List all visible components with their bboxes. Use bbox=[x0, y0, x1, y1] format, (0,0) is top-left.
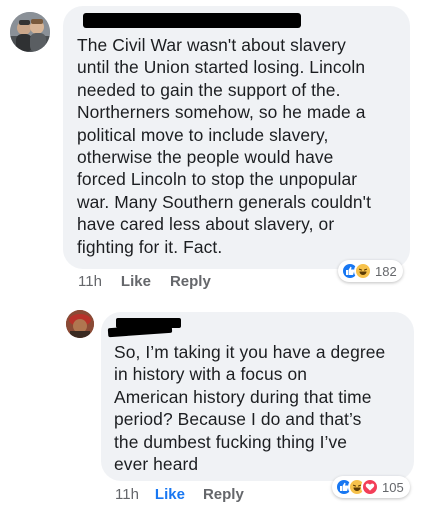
comment-2-reply: So, I’m taking it you have a degree in h… bbox=[0, 300, 429, 512]
comment-1: The Civil War wasn't about slavery until… bbox=[0, 0, 429, 300]
comment-text-line: The Civil War wasn't about slavery bbox=[77, 35, 346, 55]
comment-text-line: ever heard bbox=[114, 454, 199, 475]
comment-text: So, I’m taking it you have a degree in h… bbox=[114, 341, 385, 475]
like-button[interactable]: Like bbox=[155, 486, 185, 503]
comment-text-line: in history with a focus on bbox=[114, 364, 308, 385]
comment-text-line: otherwise the people would have bbox=[77, 147, 334, 168]
comment-text-line: needed to gain the support of the. bbox=[77, 79, 341, 100]
avatar[interactable] bbox=[66, 310, 94, 338]
comment-text-line: political move to include slavery, bbox=[77, 124, 329, 145]
haha-icon bbox=[354, 262, 372, 280]
comment-timestamp[interactable]: 11h bbox=[78, 273, 102, 290]
comment-text: The Civil War wasn't about slavery until… bbox=[77, 34, 371, 258]
comment-timestamp[interactable]: 11h bbox=[115, 486, 139, 503]
avatar-photo-icon bbox=[10, 12, 50, 52]
redacted-author-name bbox=[83, 13, 301, 28]
comment-text-line: Northerners somehow, so he made a bbox=[77, 102, 366, 123]
comment-text-line: forced Lincoln to stop the unpopular bbox=[77, 169, 358, 190]
comment-text-line: war. Many Southern generals couldn't bbox=[77, 191, 372, 212]
comment-text-line: fighting for it. Fact. bbox=[77, 236, 223, 257]
reaction-count: 182 bbox=[375, 263, 397, 279]
comment-text-line: the dumbest fucking thing I’ve bbox=[114, 431, 348, 452]
reaction-summary[interactable]: 182 bbox=[338, 260, 403, 282]
comment-text-line: period? Because I do and that’s bbox=[114, 409, 362, 430]
comment-text-line: So, I’m taking it you have a degree bbox=[114, 342, 386, 362]
reaction-count: 105 bbox=[382, 479, 404, 495]
love-icon bbox=[361, 478, 379, 496]
reply-button[interactable]: Reply bbox=[203, 486, 244, 503]
comment-actions: 11h Like Reply bbox=[115, 486, 244, 503]
reply-button[interactable]: Reply bbox=[170, 273, 211, 290]
comment-text-line: have cared less about slavery, or bbox=[77, 214, 335, 235]
like-button[interactable]: Like bbox=[121, 273, 151, 290]
reaction-summary[interactable]: 105 bbox=[332, 476, 410, 498]
avatar-photo-icon bbox=[66, 310, 94, 338]
comment-text-line: American history during that time bbox=[114, 386, 372, 407]
comment-text-line: until the Union started losing. Lincoln bbox=[77, 57, 366, 78]
comment-actions: 11h Like Reply bbox=[78, 273, 211, 290]
avatar[interactable] bbox=[10, 12, 50, 52]
